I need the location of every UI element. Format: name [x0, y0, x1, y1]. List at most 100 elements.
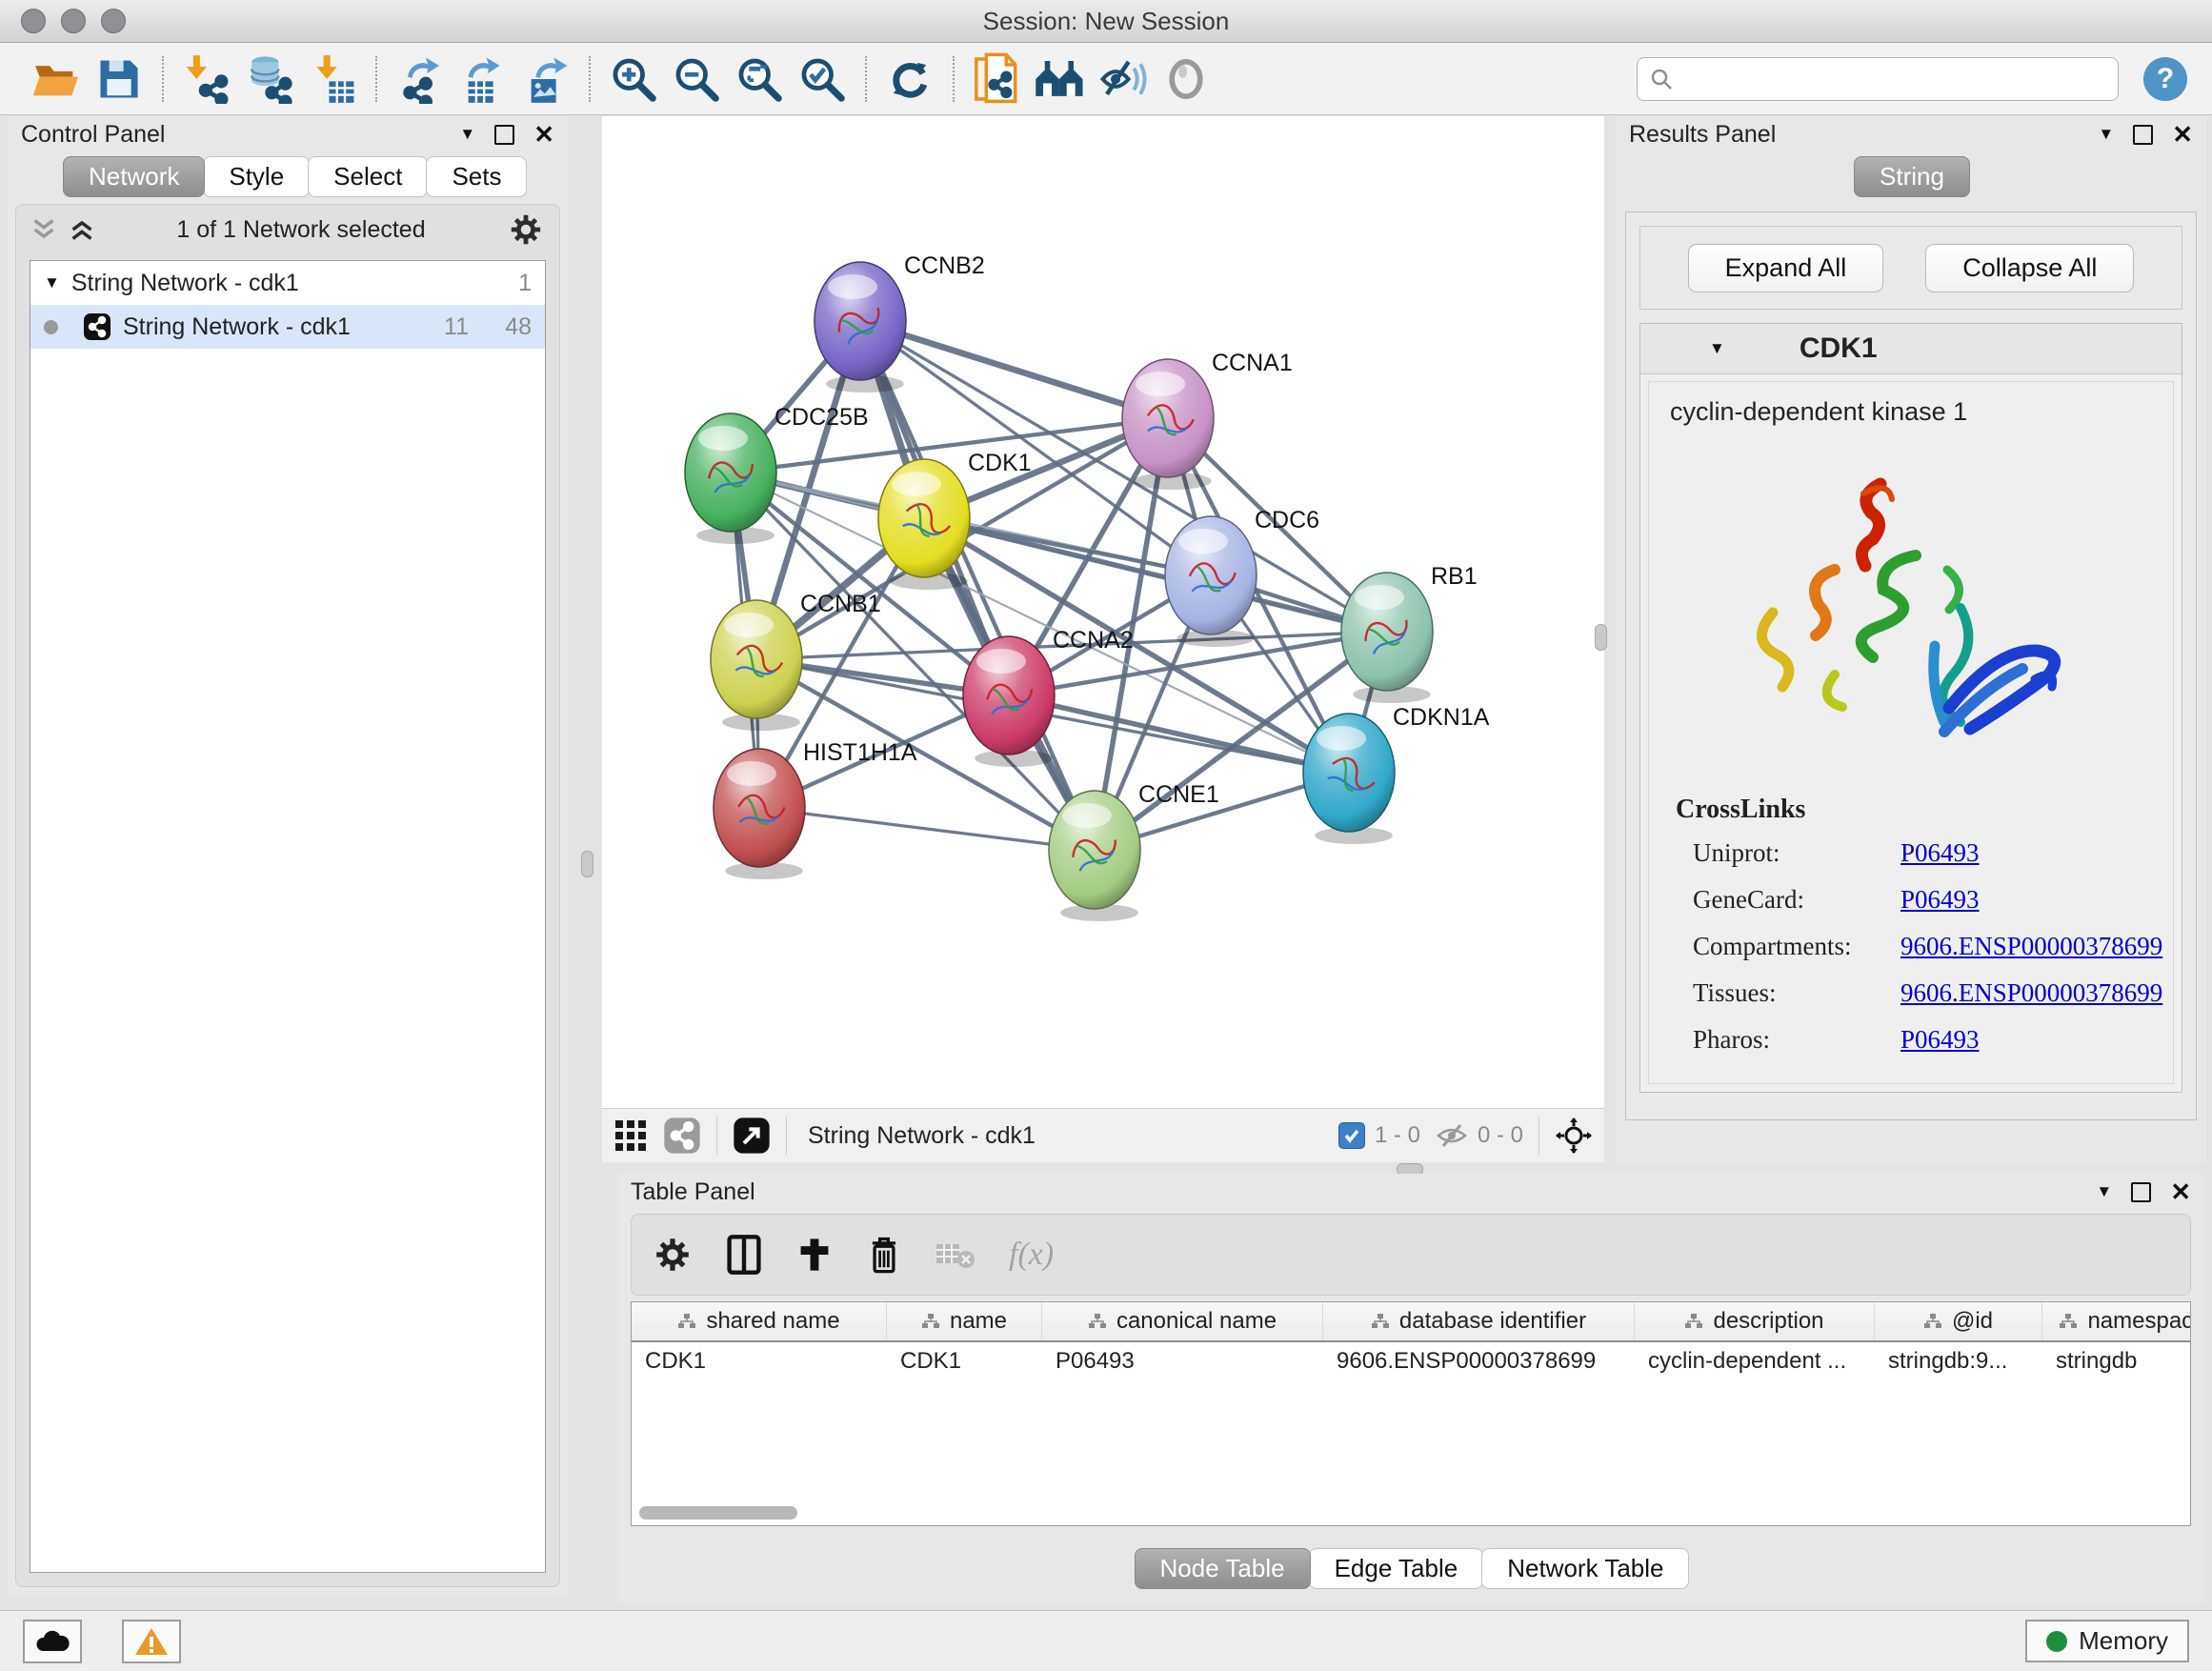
- column-header[interactable]: description: [1635, 1302, 1875, 1340]
- table-cell[interactable]: cyclin-dependent ...: [1635, 1348, 1875, 1375]
- memory-button[interactable]: Memory: [2025, 1620, 2189, 1662]
- collapse-all-icon[interactable]: [31, 218, 56, 241]
- hide-labels-button[interactable]: [1092, 51, 1155, 107]
- tab-node-table[interactable]: Node Table: [1135, 1548, 1311, 1589]
- column-header[interactable]: canonical name: [1042, 1302, 1323, 1340]
- network-node[interactable]: CCNE1: [1049, 781, 1219, 921]
- column-header[interactable]: name: [887, 1302, 1042, 1340]
- delete-table-icon: [935, 1238, 976, 1271]
- show-hide-eye-button[interactable]: [1155, 51, 1217, 107]
- crosslinks-title: CrossLinks: [1676, 795, 2173, 825]
- panel-close-icon[interactable]: ✕: [2170, 1178, 2191, 1207]
- zoom-selected-button[interactable]: [791, 51, 854, 107]
- import-table-button[interactable]: [301, 51, 364, 107]
- table-row[interactable]: CDK1CDK1P064939606.ENSP00000378699cyclin…: [632, 1342, 2190, 1380]
- zoom-in-button[interactable]: [602, 51, 665, 107]
- tab-style[interactable]: Style: [203, 156, 310, 197]
- panel-close-icon[interactable]: ✕: [2172, 120, 2193, 150]
- right-splitter-handle[interactable]: [1595, 624, 1607, 651]
- network-edge[interactable]: [759, 808, 1095, 850]
- open-session-button[interactable]: [25, 51, 88, 107]
- crosslink-link[interactable]: P06493: [1900, 838, 1980, 868]
- network-node[interactable]: CCNA1: [1122, 350, 1293, 490]
- column-header[interactable]: namespace: [2042, 1302, 2191, 1340]
- tab-network-table[interactable]: Network Table: [1481, 1548, 1689, 1589]
- hidden-eye-icon: [1436, 1122, 1468, 1149]
- tab-select[interactable]: Select: [308, 156, 428, 197]
- network-node[interactable]: CCNB2: [814, 252, 985, 393]
- table-gear-icon[interactable]: [653, 1235, 693, 1275]
- collapse-all-button[interactable]: Collapse All: [1925, 244, 2134, 292]
- search-icon: [1649, 67, 1674, 91]
- panel-maximize-icon[interactable]: [2133, 125, 2153, 145]
- crosslink-label: Pharos:: [1693, 1025, 1900, 1055]
- table-cell[interactable]: stringdb: [2042, 1348, 2191, 1375]
- network-node[interactable]: CDKN1A: [1303, 704, 1490, 844]
- help-button[interactable]: ?: [2143, 57, 2187, 101]
- network-canvas[interactable]: CCNB2CCNA1CDC25BCDK1CDC6RB1CCNB1CCNA2CDK…: [602, 116, 1604, 1109]
- column-header[interactable]: @id: [1875, 1302, 2042, 1340]
- network-row[interactable]: String Network - cdk1 11 48: [30, 305, 545, 349]
- expand-all-button[interactable]: Expand All: [1688, 244, 1884, 292]
- table-cell[interactable]: P06493: [1042, 1348, 1323, 1375]
- panel-float-icon[interactable]: ▼: [2098, 125, 2114, 144]
- import-network-from-database-button[interactable]: [238, 51, 301, 107]
- selected-checkbox-icon[interactable]: [1338, 1122, 1365, 1149]
- table-cell[interactable]: 9606.ENSP00000378699: [1323, 1348, 1635, 1375]
- zoom-fit-button[interactable]: [728, 51, 791, 107]
- zoom-out-button[interactable]: [665, 51, 728, 107]
- pan-crosshair-icon[interactable]: [1555, 1117, 1593, 1155]
- panel-maximize-icon[interactable]: [2131, 1182, 2151, 1202]
- network-view-toolbar: String Network - cdk1 1 - 0 0 - 0: [602, 1108, 1604, 1162]
- network-edge[interactable]: [860, 321, 1168, 418]
- network-node[interactable]: RB1: [1341, 563, 1478, 703]
- gene-section-header[interactable]: ▼ CDK1: [1640, 324, 2182, 374]
- crosslink-link[interactable]: P06493: [1900, 1025, 1980, 1055]
- grid-view-icon[interactable]: [613, 1118, 648, 1153]
- left-splitter-handle[interactable]: [581, 851, 593, 877]
- tab-edge-table[interactable]: Edge Table: [1309, 1548, 1484, 1589]
- column-header[interactable]: shared name: [632, 1302, 887, 1340]
- import-network-button[interactable]: [175, 51, 238, 107]
- panel-close-icon[interactable]: ✕: [533, 120, 554, 150]
- network-collection-row[interactable]: ▼ String Network - cdk1 1: [30, 261, 545, 305]
- panel-float-icon[interactable]: ▼: [2096, 1182, 2112, 1201]
- crosslink-link[interactable]: 9606.ENSP00000378699: [1900, 978, 2162, 1008]
- expand-all-icon[interactable]: [70, 218, 94, 241]
- network-edge[interactable]: [1009, 695, 1349, 773]
- tab-network[interactable]: Network: [63, 156, 205, 197]
- crosslink-link[interactable]: 9606.ENSP00000378699: [1900, 932, 2162, 961]
- crosslink-link[interactable]: P06493: [1900, 885, 1980, 915]
- table-cell[interactable]: CDK1: [887, 1348, 1042, 1375]
- horizontal-scrollbar[interactable]: [639, 1506, 797, 1520]
- gear-icon[interactable]: [508, 211, 544, 248]
- table-cell[interactable]: CDK1: [632, 1348, 887, 1375]
- delete-column-icon[interactable]: [866, 1234, 902, 1276]
- node-table[interactable]: shared namenamecanonical namedatabase id…: [631, 1301, 2191, 1526]
- tab-string[interactable]: String: [1854, 156, 1970, 197]
- string-home-button[interactable]: [1029, 51, 1092, 107]
- refresh-button[interactable]: [878, 51, 941, 107]
- search-input[interactable]: [1637, 57, 2119, 101]
- tab-sets[interactable]: Sets: [426, 156, 527, 197]
- add-column-icon[interactable]: [795, 1236, 834, 1274]
- cloud-status-button[interactable]: [23, 1620, 82, 1663]
- section-collapse-icon[interactable]: ▼: [1709, 339, 1725, 358]
- column-header[interactable]: database identifier: [1323, 1302, 1635, 1340]
- warning-status-button[interactable]: [122, 1620, 181, 1663]
- table-cell[interactable]: stringdb:9...: [1875, 1348, 2042, 1375]
- share-document-button[interactable]: [966, 51, 1029, 107]
- network-node[interactable]: CDC25B: [685, 404, 869, 544]
- network-view-share-icon[interactable]: [663, 1117, 701, 1155]
- export-table-button[interactable]: [452, 51, 514, 107]
- panel-maximize-icon[interactable]: [494, 125, 514, 145]
- network-node[interactable]: CCNB1: [711, 591, 881, 731]
- save-session-button[interactable]: [88, 51, 151, 107]
- panel-float-icon[interactable]: ▼: [459, 125, 475, 144]
- birdseye-icon[interactable]: [733, 1117, 771, 1155]
- tree-expand-icon[interactable]: ▼: [44, 273, 60, 292]
- columns-icon[interactable]: [725, 1234, 763, 1276]
- export-network-button[interactable]: [389, 51, 452, 107]
- network-node[interactable]: HIST1H1A: [714, 739, 917, 879]
- export-image-button[interactable]: [514, 51, 577, 107]
